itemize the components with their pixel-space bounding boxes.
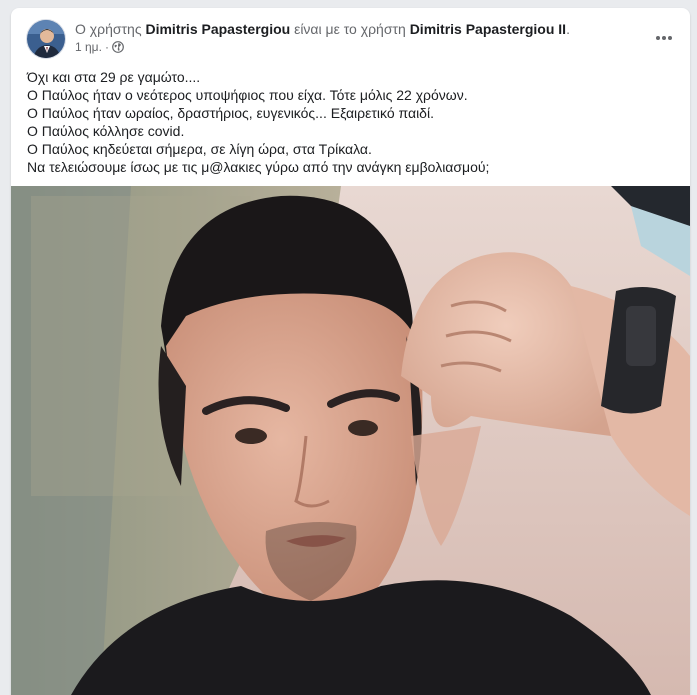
author-name-link[interactable]: Dimitris Papastergiou <box>145 21 290 37</box>
header-connector: είναι με το χρήστη <box>294 21 406 37</box>
selfie-photo-illustration <box>11 186 690 695</box>
post-photo[interactable] <box>11 186 690 695</box>
post-timestamp-link[interactable]: 1 ημ. <box>75 39 102 55</box>
post-text-line: Ο Παύλος κόλλησε covid. <box>27 123 185 139</box>
post-text-line: Ο Παύλος κηδεύεται σήμερα, σε λίγη ώρα, … <box>27 141 372 157</box>
more-options-button[interactable] <box>652 26 676 50</box>
post-text: Όχι και στα 29 ρε γαμώτο.... Ο Παύλος ήτ… <box>27 68 677 176</box>
avatar[interactable] <box>26 19 66 59</box>
globe-icon[interactable] <box>112 41 124 53</box>
post-header: Ο χρήστης Dimitris Papastergiou είναι με… <box>11 8 690 68</box>
tagged-user-link[interactable]: Dimitris Papastergiou II <box>410 21 566 37</box>
post-text-line: Ο Παύλος ήταν ο νεότερος υποψήφιος που ε… <box>27 87 468 103</box>
meta-separator: · <box>104 40 109 54</box>
post-text-line: Όχι και στα 29 ρε γαμώτο.... <box>27 69 201 85</box>
post-text-line: Ο Παύλος ήταν ωραίος, δραστήριος, ευγενι… <box>27 105 434 121</box>
more-options-icon <box>656 36 672 40</box>
header-suffix: . <box>566 21 570 37</box>
post-meta: 1 ημ. · <box>75 39 124 55</box>
post-header-line: Ο χρήστης Dimitris Papastergiou είναι με… <box>75 20 570 38</box>
post-card: Ο χρήστης Dimitris Papastergiou είναι με… <box>11 8 690 695</box>
post-text-line: Να τελειώσουμε ίσως με τις μ@λακιες γύρω… <box>27 159 490 175</box>
avatar-picture <box>27 20 65 58</box>
header-prefix: Ο χρήστης <box>75 21 142 37</box>
